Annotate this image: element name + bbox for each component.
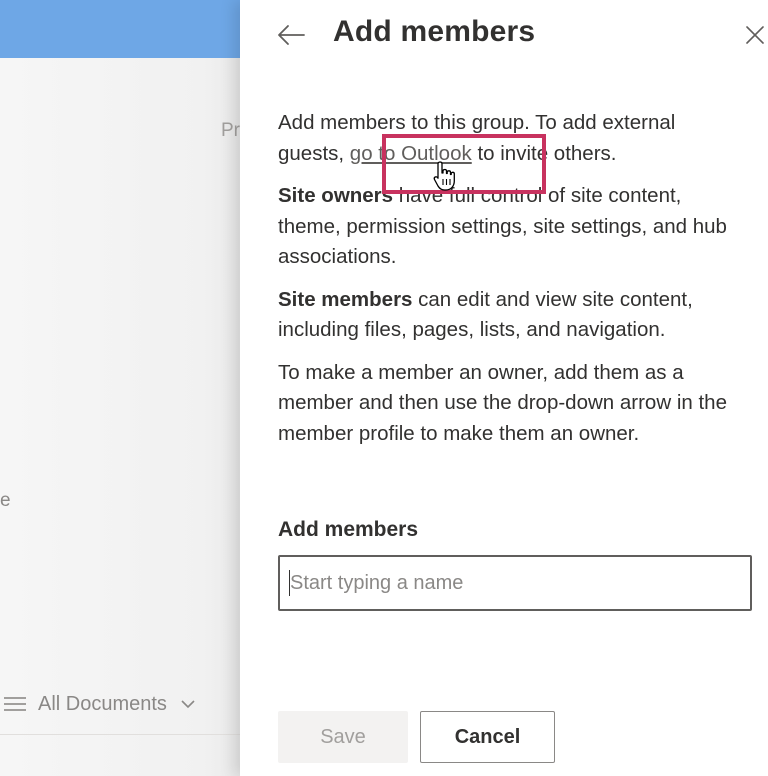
intro-text-end: to invite others. xyxy=(471,141,617,165)
panel-title: Add members xyxy=(333,15,536,48)
members-paragraph: Site members can edit and view site cont… xyxy=(278,285,738,346)
arrow-left-icon xyxy=(278,25,305,45)
text-caret xyxy=(289,570,290,596)
background-text-fragment: e xyxy=(0,490,11,511)
save-button[interactable]: Save xyxy=(278,711,408,763)
close-button[interactable] xyxy=(742,22,768,48)
go-to-outlook-link[interactable]: go to Outlook xyxy=(350,142,472,165)
background-text-fragment: Pr xyxy=(221,120,240,141)
add-members-input[interactable] xyxy=(278,555,752,611)
hamburger-icon xyxy=(0,695,28,713)
chevron-down-icon xyxy=(181,696,195,712)
view-selector-label: All Documents xyxy=(38,692,167,715)
add-members-panel: Add members Add members to this group. T… xyxy=(240,0,768,776)
divider xyxy=(0,734,240,735)
panel-description: Add members to this group. To add extern… xyxy=(278,108,738,461)
intro-paragraph: Add members to this group. To add extern… xyxy=(278,108,738,169)
members-heading: Site members xyxy=(278,287,413,311)
close-icon xyxy=(746,26,764,44)
background-content xyxy=(0,58,240,776)
owners-heading: Site owners xyxy=(278,184,394,207)
background-header-bar xyxy=(0,0,240,58)
add-members-field-label: Add members xyxy=(278,518,419,541)
back-button[interactable] xyxy=(274,18,308,52)
cancel-button[interactable]: Cancel xyxy=(420,711,555,763)
panel-header: Add members xyxy=(240,0,768,70)
view-selector[interactable]: All Documents xyxy=(0,688,240,720)
owners-paragraph: Site owners have full control of site co… xyxy=(278,181,738,273)
owner-instructions: To make a member an owner, add them as a… xyxy=(278,360,727,445)
